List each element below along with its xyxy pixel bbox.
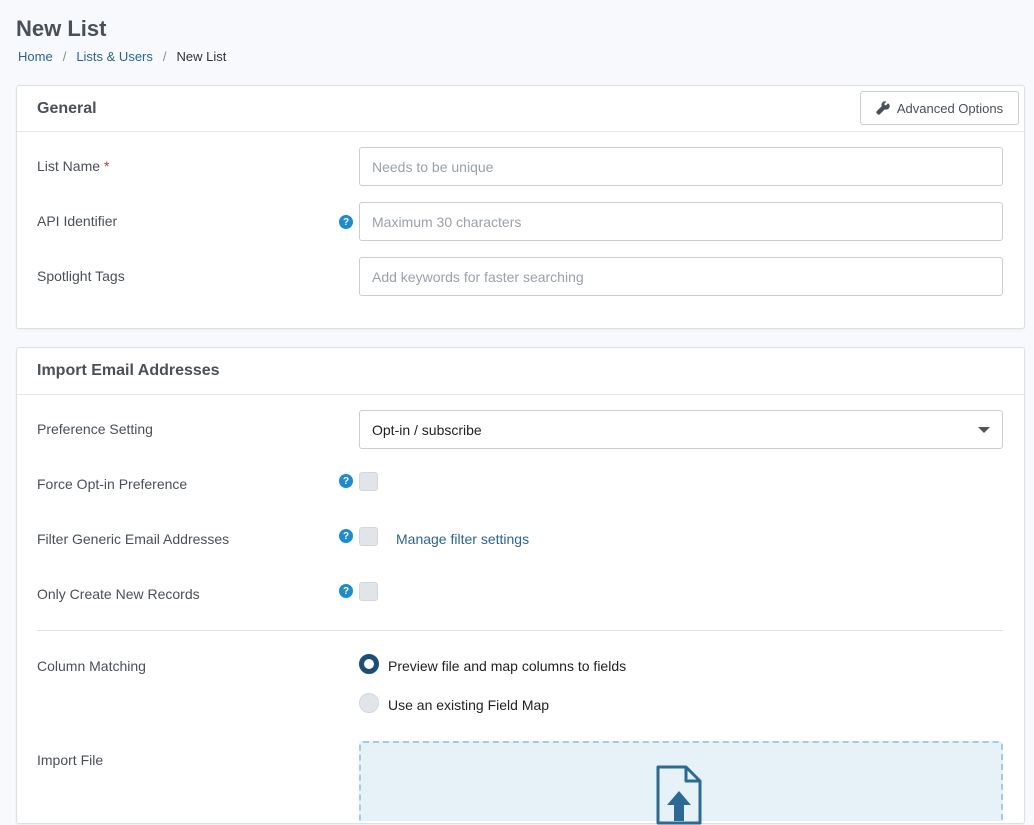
radio-existing-field-map-label[interactable]: Use an existing Field Map: [388, 697, 549, 713]
radio-preview-file[interactable]: [359, 654, 379, 674]
column-matching-label: Column Matching: [37, 658, 146, 674]
api-identifier-input[interactable]: [359, 202, 1003, 241]
preference-setting-label: Preference Setting: [37, 421, 153, 437]
import-file-label: Import File: [37, 752, 104, 768]
force-optin-checkbox[interactable]: [359, 472, 378, 491]
list-name-label: List Name *: [37, 158, 110, 174]
breadcrumb: Home / Lists & Users / New List: [18, 49, 226, 64]
manage-filter-settings-link[interactable]: Manage filter settings: [396, 531, 529, 547]
force-optin-label: Force Opt-in Preference: [37, 476, 188, 492]
filter-generic-label: Filter Generic Email Addresses: [37, 531, 230, 547]
general-panel-header: General Advanced Options: [17, 86, 1024, 132]
import-file-dropzone[interactable]: [359, 741, 1003, 825]
only-new-checkbox[interactable]: [359, 582, 378, 601]
advanced-options-label: Advanced Options: [896, 100, 1004, 116]
general-panel-title: General: [37, 100, 97, 117]
only-new-help-icon[interactable]: ?: [339, 584, 353, 598]
spotlight-tags-input[interactable]: [359, 257, 1003, 296]
required-marker: *: [104, 158, 110, 174]
api-identifier-label: API Identifier: [37, 213, 118, 229]
import-panel-header: Import Email Addresses: [17, 348, 1024, 395]
breadcrumb-separator: /: [162, 49, 167, 64]
radio-existing-field-map[interactable]: [359, 693, 379, 713]
breadcrumb-home[interactable]: Home: [18, 49, 53, 64]
only-new-label: Only Create New Records: [37, 586, 200, 602]
advanced-options-button[interactable]: Advanced Options: [860, 91, 1019, 125]
list-name-input[interactable]: [359, 147, 1003, 186]
filter-generic-help-icon[interactable]: ?: [339, 529, 353, 543]
breadcrumb-lists-users[interactable]: Lists & Users: [76, 49, 153, 64]
wrench-icon: [876, 101, 890, 115]
page-title: New List: [16, 16, 107, 41]
breadcrumb-current: New List: [176, 49, 227, 64]
force-optin-help-icon[interactable]: ?: [339, 474, 353, 488]
file-upload-icon: [656, 765, 702, 825]
filter-generic-checkbox[interactable]: [359, 527, 378, 546]
general-panel: General Advanced Options List Name* API …: [16, 85, 1025, 329]
import-panel: Import Email Addresses Preference Settin…: [16, 347, 1025, 825]
spotlight-tags-label: Spotlight Tags: [37, 268, 125, 284]
breadcrumb-separator: /: [62, 49, 67, 64]
divider: [37, 630, 1003, 631]
preference-setting-value: Opt-in / subscribe: [372, 421, 482, 438]
caret-down-icon: [978, 426, 990, 433]
preference-setting-select[interactable]: Opt-in / subscribe: [359, 410, 1003, 449]
import-panel-title: Import Email Addresses: [37, 362, 220, 379]
radio-preview-file-label[interactable]: Preview file and map columns to fields: [388, 658, 626, 674]
api-identifier-help-icon[interactable]: ?: [339, 215, 353, 229]
